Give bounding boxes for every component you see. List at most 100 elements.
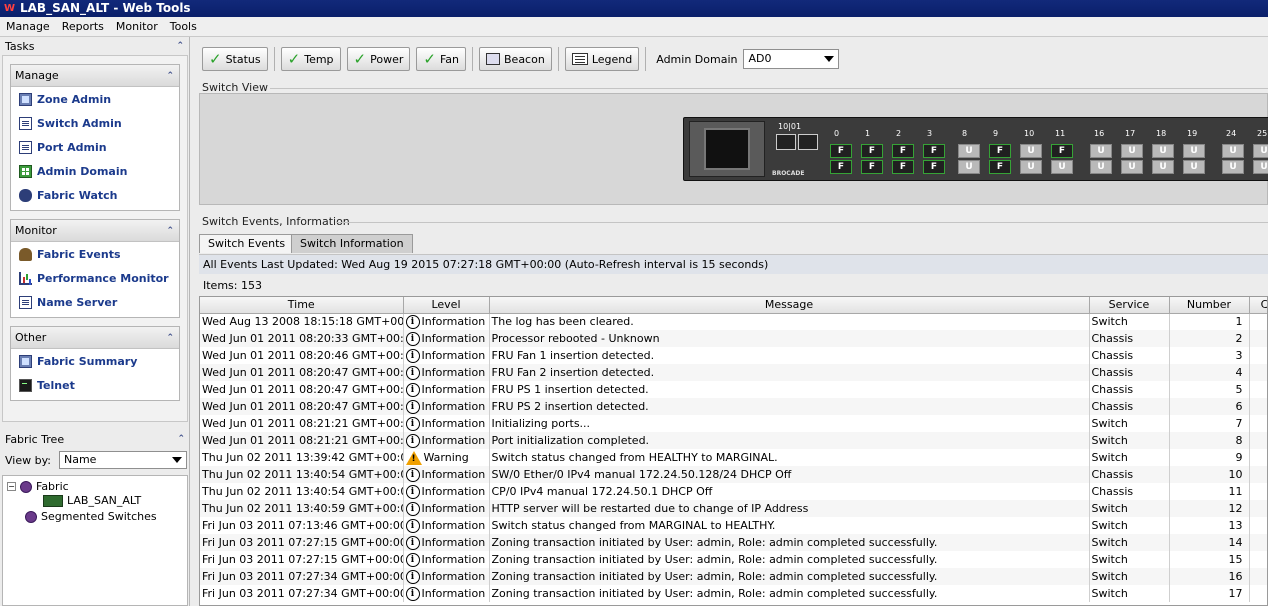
switch-port[interactable]: U (1183, 144, 1205, 158)
view-by-select[interactable]: Name (59, 451, 187, 469)
fan-button[interactable]: ✓ Fan (416, 47, 466, 71)
switch-port[interactable]: U (1090, 160, 1112, 174)
beacon-button[interactable]: Beacon (479, 47, 552, 71)
table-row[interactable]: Wed Aug 13 2008 18:15:18 GMT+00:00 i Infor… (200, 313, 1267, 330)
switch-port[interactable]: U (1222, 160, 1244, 174)
switch-port[interactable]: U (1121, 144, 1143, 158)
collapse-other-icon[interactable]: ⌃ (166, 333, 174, 343)
table-row[interactable]: Wed Jun 01 2011 08:21:21 GMT+00:00 i Infor… (200, 415, 1267, 432)
cell-c (1249, 585, 1267, 602)
menu-manage[interactable]: Manage (0, 17, 56, 37)
switch-port[interactable]: U (1222, 144, 1244, 158)
task-fabric-events[interactable]: Fabric Events (11, 242, 179, 266)
switch-port[interactable]: U (1020, 144, 1042, 158)
table-row[interactable]: Wed Jun 01 2011 08:20:33 GMT+00:00 i Infor… (200, 330, 1267, 347)
column-header-number[interactable]: Number (1169, 297, 1250, 314)
admin-domain-select[interactable]: AD0 (743, 49, 840, 69)
cell-time: Wed Jun 01 2011 08:20:47 GMT+00:00 (200, 381, 404, 398)
table-row[interactable]: Wed Jun 01 2011 08:20:47 GMT+00:00 i Infor… (200, 364, 1267, 381)
column-header-level[interactable]: Level (403, 297, 490, 314)
table-row[interactable]: Thu Jun 02 2011 13:40:54 GMT+00:00 i Infor… (200, 466, 1267, 483)
info-icon: i (405, 314, 420, 329)
switch-port[interactable]: U (1121, 160, 1143, 174)
collapse-manage-icon[interactable]: ⌃ (166, 71, 174, 81)
switch-port[interactable]: F (861, 144, 883, 158)
temp-button[interactable]: ✓ Temp (280, 47, 341, 71)
other-group-header[interactable]: Other ⌃ (11, 327, 179, 349)
switch-chassis[interactable]: 10|01 BROCADE F 0 F 1 F 2 F 3 U 8 F 9 U 10 F 11 U 16 U 17 U 1… (683, 117, 1268, 181)
switch-port[interactable]: U (1152, 160, 1174, 174)
switch-port[interactable]: F (989, 144, 1011, 158)
cell-message: HTTP server will be restarted due to cha… (489, 500, 1090, 517)
cell-time: Thu Jun 02 2011 13:40:59 GMT+00:00 (200, 500, 404, 517)
switch-port[interactable]: F (830, 144, 852, 158)
table-row[interactable]: Fri Jun 03 2011 07:27:15 GMT+00:00 i Infor… (200, 534, 1267, 551)
cell-c (1249, 483, 1267, 500)
tree-node-fabric[interactable]: − Fabric (7, 480, 69, 493)
switch-port[interactable]: F (1051, 144, 1073, 158)
collapse-monitor-icon[interactable]: ⌃ (166, 226, 174, 236)
task-fabric-summary[interactable]: Fabric Summary (11, 349, 179, 373)
table-row[interactable]: Wed Jun 01 2011 08:20:47 GMT+00:00 i Infor… (200, 398, 1267, 415)
switch-port[interactable]: F (989, 160, 1011, 174)
cell-c (1249, 381, 1267, 398)
column-header-service[interactable]: Service (1089, 297, 1170, 314)
separator (557, 47, 559, 71)
task-name-server[interactable]: Name Server (11, 290, 179, 314)
table-row[interactable]: Thu Jun 02 2011 13:40:54 GMT+00:00 i Infor… (200, 483, 1267, 500)
task-port-admin[interactable]: Port Admin (11, 135, 179, 159)
task-switch-admin[interactable]: Switch Admin (11, 111, 179, 135)
tab-switch-information[interactable]: Switch Information (291, 234, 413, 253)
switch-port[interactable]: F (892, 144, 914, 158)
table-row[interactable]: Fri Jun 03 2011 07:13:46 GMT+00:00 i Infor… (200, 517, 1267, 534)
switch-port[interactable]: F (923, 144, 945, 158)
collapse-fabric-tree-icon[interactable]: ⌃ (177, 434, 185, 444)
switch-port[interactable]: U (1253, 160, 1268, 174)
tab-switch-events[interactable]: Switch Events (199, 234, 295, 253)
power-button[interactable]: ✓ Power (346, 47, 411, 71)
column-header-message[interactable]: Message (489, 297, 1090, 314)
info-icon: i (405, 382, 420, 397)
tree-node-switch[interactable]: LAB_SAN_ALT (43, 494, 141, 507)
switch-port[interactable]: F (892, 160, 914, 174)
switch-port[interactable]: U (1051, 160, 1073, 174)
manage-group-header[interactable]: Manage ⌃ (11, 65, 179, 87)
task-zone-admin[interactable]: Zone Admin (11, 87, 179, 111)
switch-port[interactable]: U (1020, 160, 1042, 174)
table-row[interactable]: Thu Jun 02 2011 13:39:42 GMT+00:00! Warni… (200, 449, 1267, 466)
table-row[interactable]: Thu Jun 02 2011 13:40:59 GMT+00:00 i Infor… (200, 500, 1267, 517)
menu-reports[interactable]: Reports (56, 17, 110, 37)
task-admin-domain[interactable]: Admin Domain (11, 159, 179, 183)
table-row[interactable]: Wed Jun 01 2011 08:21:21 GMT+00:00 i Infor… (200, 432, 1267, 449)
legend-button[interactable]: Legend (564, 47, 640, 71)
switch-port[interactable]: U (1253, 144, 1268, 158)
table-row[interactable]: Fri Jun 03 2011 07:27:15 GMT+00:00 i Infor… (200, 551, 1267, 568)
table-row[interactable]: Fri Jun 03 2011 07:27:34 GMT+00:00 i Infor… (200, 585, 1267, 602)
menu-monitor[interactable]: Monitor (110, 17, 164, 37)
switch-port[interactable]: U (958, 160, 980, 174)
cell-level: i Information (403, 568, 490, 585)
switch-port[interactable]: U (958, 144, 980, 158)
monitor-group-header[interactable]: Monitor ⌃ (11, 220, 179, 242)
switch-port[interactable]: U (1090, 144, 1112, 158)
menu-tools[interactable]: Tools (164, 17, 203, 37)
switch-port[interactable]: F (830, 160, 852, 174)
table-row[interactable]: Wed Jun 01 2011 08:20:46 GMT+00:00 i Infor… (200, 347, 1267, 364)
switch-port[interactable]: F (861, 160, 883, 174)
task-fabric-watch[interactable]: Fabric Watch (11, 183, 179, 207)
table-row[interactable]: Wed Jun 01 2011 08:20:47 GMT+00:00 i Infor… (200, 381, 1267, 398)
task-performance-monitor[interactable]: Performance Monitor (11, 266, 179, 290)
column-header-time[interactable]: Time (200, 297, 404, 314)
column-header-c[interactable]: C (1249, 297, 1267, 314)
table-row[interactable]: Fri Jun 03 2011 07:27:34 GMT+00:00 i Infor… (200, 568, 1267, 585)
switch-port[interactable]: U (1152, 144, 1174, 158)
task-telnet[interactable]: Telnet (11, 373, 179, 397)
tree-node-segmented[interactable]: Segmented Switches (25, 510, 157, 523)
switch-port[interactable]: F (923, 160, 945, 174)
collapse-node-icon[interactable]: − (7, 482, 16, 491)
port-number: 10 (1024, 129, 1035, 138)
collapse-tasks-icon[interactable]: ⌃ (176, 41, 184, 51)
status-button[interactable]: ✓ Status (202, 47, 268, 71)
switch-port[interactable]: U (1183, 160, 1205, 174)
level-wrapper: i Information (405, 569, 487, 584)
